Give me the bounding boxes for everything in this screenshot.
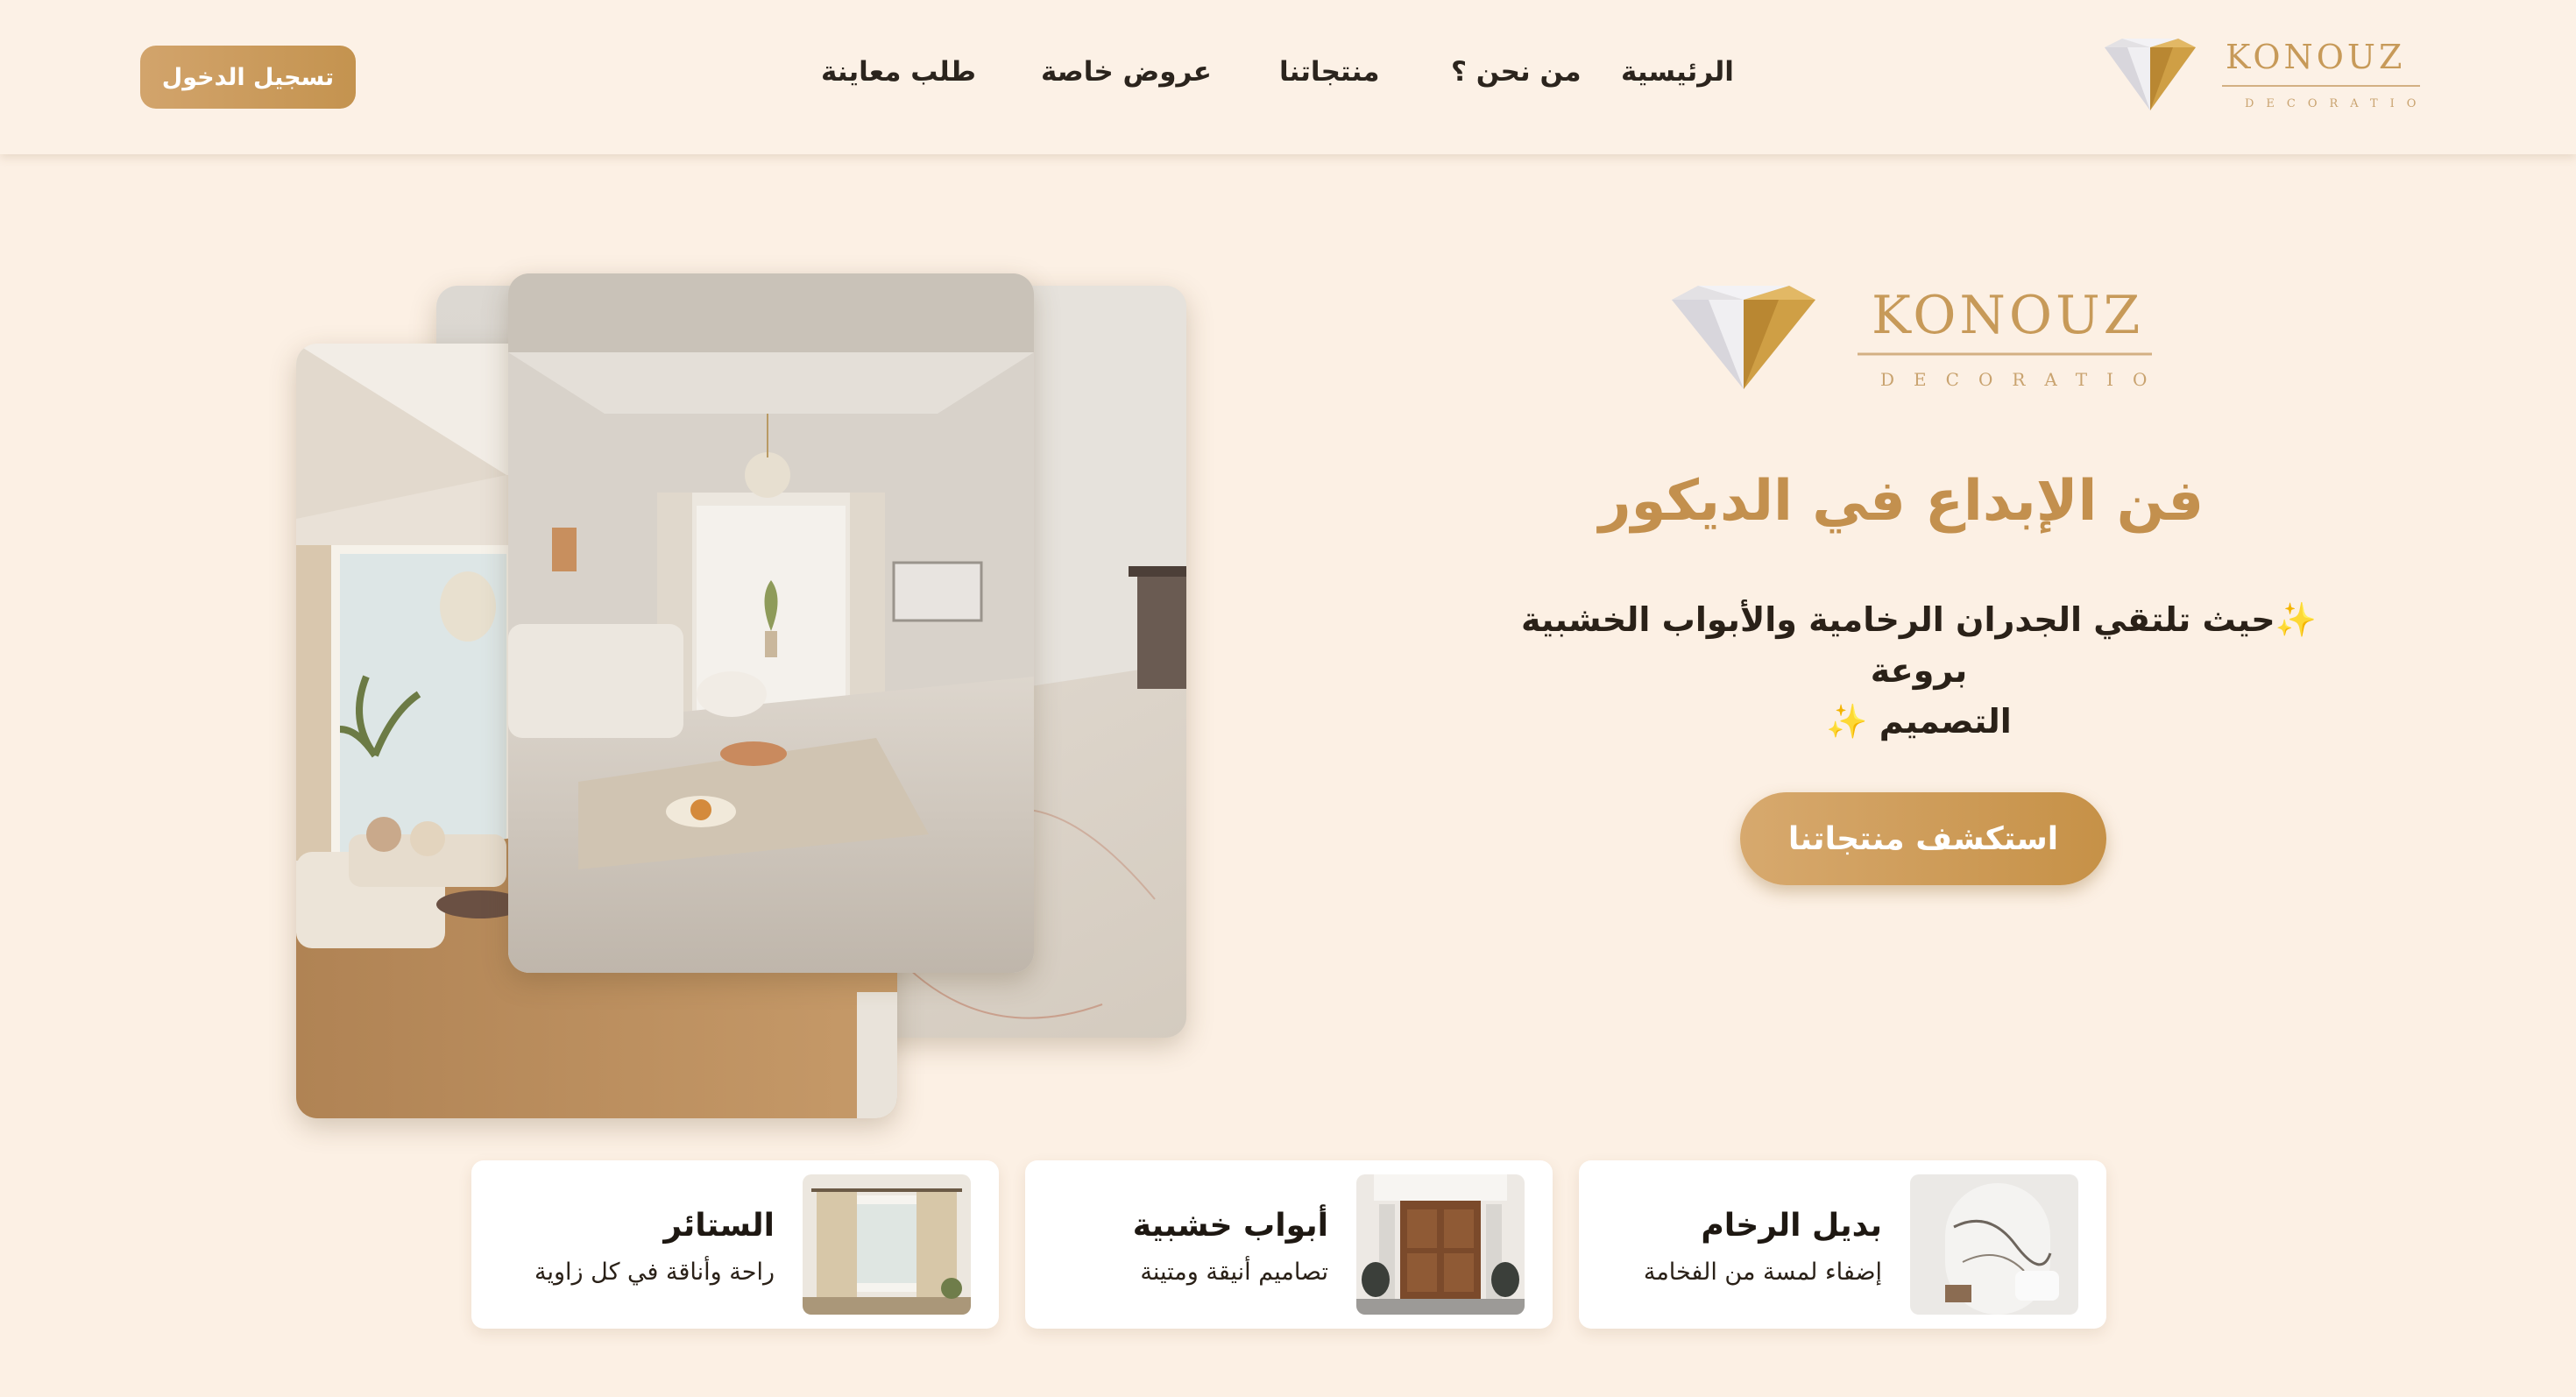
- feature-card-marble-alternative[interactable]: بديل الرخام إضفاء لمسة من الفخامة: [1579, 1160, 2106, 1329]
- feature-title: أبواب خشبية: [1132, 1208, 1328, 1244]
- door-thumbnail: [1356, 1174, 1525, 1315]
- hero-subtitle: ✨حيث تلتقي الجدران الرخامية والأبواب الخ…: [1516, 594, 2322, 747]
- diamond-logo-icon: [1672, 286, 1815, 389]
- feature-card-curtains[interactable]: الستائر راحة وأناقة في كل زاوية: [471, 1160, 999, 1329]
- hero-brand-logo: KONOUZ DECORATION: [1665, 279, 2182, 401]
- navbar: تسجيل الدخول الرئيسية من نحن ؟ منتجاتنا …: [0, 0, 2576, 154]
- brand-tagline: DECORATION: [2245, 97, 2420, 110]
- nav-item-products[interactable]: منتجاتنا: [1279, 56, 1379, 88]
- hero-brand-tagline: DECORATION: [1880, 369, 2155, 390]
- hero-brand-name: KONOUZ: [1872, 285, 2143, 346]
- feature-title: الستائر: [663, 1208, 775, 1244]
- marble-thumbnail: [1910, 1174, 2078, 1315]
- hero-subtitle-line1: حيث تلتقي الجدران الرخامية والأبواب الخش…: [1521, 600, 2275, 690]
- nav-item-home[interactable]: الرئيسية: [1621, 56, 1734, 88]
- feature-title: بديل الرخام: [1701, 1208, 1882, 1244]
- brand-logo[interactable]: KONOUZ DECORATION: [2096, 33, 2438, 117]
- nav-item-offers[interactable]: عروض خاصة: [1041, 56, 1212, 88]
- nav-item-about[interactable]: من نحن ؟: [1451, 56, 1582, 88]
- login-button[interactable]: تسجيل الدخول: [140, 46, 356, 109]
- feature-description: تصاميم أنيقة ومتينة: [1140, 1259, 1328, 1286]
- brand-name: KONOUZ: [2226, 38, 2405, 76]
- curtains-thumbnail: [803, 1174, 971, 1315]
- feature-card-wooden-doors[interactable]: أبواب خشبية تصاميم أنيقة ومتينة: [1025, 1160, 1553, 1329]
- sparkle-icon: ✨: [2275, 600, 2317, 639]
- explore-products-button[interactable]: استكشف منتجاتنا: [1740, 792, 2106, 885]
- diamond-logo-icon: [2105, 39, 2196, 110]
- hero-title: فن الإبداع في الديكور: [1598, 469, 2204, 534]
- hero-subtitle-line2: التصميم: [1879, 702, 2012, 741]
- feature-description: إضفاء لمسة من الفخامة: [1643, 1259, 1882, 1286]
- feature-description: راحة وأناقة في كل زاوية: [534, 1259, 775, 1286]
- sparkle-icon: ✨: [1826, 702, 1868, 741]
- minimal-living-room-photo: [508, 273, 1034, 973]
- nav-item-inspection-request[interactable]: طلب معاينة: [821, 56, 976, 88]
